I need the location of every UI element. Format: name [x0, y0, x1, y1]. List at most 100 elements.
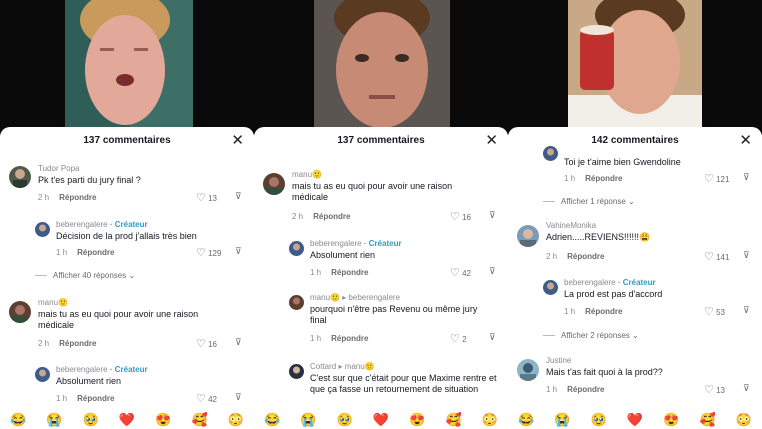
dislike-icon[interactable]: ⊽: [235, 191, 242, 202]
reply-button[interactable]: Répondre: [313, 212, 350, 221]
avatar[interactable]: [543, 146, 558, 161]
emoji-button[interactable]: 😍: [409, 412, 425, 428]
avatar[interactable]: [289, 241, 304, 256]
comment-username[interactable]: beberengalere · Créateur: [310, 239, 402, 248]
like-button[interactable]: ♡ 42: [196, 392, 217, 405]
avatar[interactable]: [289, 295, 304, 310]
comment-username[interactable]: beberengalere · Créateur: [564, 278, 656, 287]
close-icon[interactable]: ✕: [485, 133, 498, 148]
reply-button[interactable]: Répondre: [567, 252, 604, 261]
comment-username[interactable]: manu🙂: [292, 170, 322, 179]
emoji-reaction-bar: 😂 😭 🥹 ❤️ 😍 🥰 😳: [0, 411, 254, 429]
emoji-button[interactable]: 😂: [264, 412, 280, 428]
reply-button[interactable]: Répondre: [567, 385, 604, 394]
avatar[interactable]: [517, 225, 539, 247]
like-button[interactable]: ♡ 42: [450, 266, 471, 279]
reply-button[interactable]: Répondre: [331, 268, 368, 277]
like-button[interactable]: ♡ 13: [704, 383, 725, 396]
video-thumbnail[interactable]: [254, 0, 508, 135]
dislike-icon[interactable]: ⊽: [743, 250, 750, 261]
avatar[interactable]: [9, 301, 31, 323]
emoji-button[interactable]: 🥹: [337, 412, 353, 428]
reply-button[interactable]: Répondre: [59, 339, 96, 348]
like-button[interactable]: ♡ 141: [704, 250, 729, 263]
avatar[interactable]: [289, 364, 304, 379]
dislike-icon[interactable]: ⊽: [235, 337, 242, 348]
dislike-icon[interactable]: ⊽: [489, 210, 496, 221]
heart-icon: ♡: [196, 338, 206, 350]
like-count: 2: [462, 335, 467, 344]
show-replies-link[interactable]: Afficher 40 réponses ⌄: [35, 271, 135, 280]
emoji-button[interactable]: 😭: [554, 412, 570, 428]
show-replies-link[interactable]: Afficher 2 réponses ⌄: [543, 331, 639, 340]
emoji-button[interactable]: 🥹: [83, 412, 99, 428]
avatar[interactable]: [9, 166, 31, 188]
like-button[interactable]: ♡ 16: [450, 210, 471, 223]
avatar[interactable]: [35, 367, 50, 382]
comment-username[interactable]: Tudor Popa: [38, 164, 80, 173]
emoji-button[interactable]: 😂: [10, 412, 26, 428]
emoji-button[interactable]: 😂: [518, 412, 534, 428]
heart-icon: ♡: [704, 251, 714, 263]
comment-time: 1 h: [56, 248, 68, 257]
comment-username[interactable]: VahineMonika: [546, 221, 596, 230]
like-button[interactable]: ♡ 121: [704, 172, 729, 185]
close-icon[interactable]: ✕: [231, 133, 244, 148]
dislike-icon[interactable]: ⊽: [235, 392, 242, 403]
comment-meta: 1 h Répondre: [564, 174, 622, 183]
like-button[interactable]: ♡ 16: [196, 337, 217, 350]
emoji-button[interactable]: 😳: [736, 412, 752, 428]
dislike-icon[interactable]: ⊽: [743, 172, 750, 183]
comment-username[interactable]: manu🙂 ▸ beberengalere: [310, 293, 400, 302]
avatar[interactable]: [517, 359, 539, 381]
dislike-icon[interactable]: ⊽: [743, 305, 750, 316]
reply-button[interactable]: Répondre: [585, 307, 622, 316]
emoji-button[interactable]: 😭: [300, 412, 316, 428]
reply-button[interactable]: Répondre: [77, 248, 114, 257]
like-button[interactable]: ♡ 129: [196, 246, 221, 259]
emoji-button[interactable]: 😭: [46, 412, 62, 428]
emoji-button[interactable]: 🥹: [591, 412, 607, 428]
like-button[interactable]: ♡ 53: [704, 305, 725, 318]
emoji-button[interactable]: ❤️: [119, 412, 135, 428]
comment-username[interactable]: Justine: [546, 356, 571, 365]
dislike-icon[interactable]: ⊽: [489, 266, 496, 277]
like-button[interactable]: ♡ 13: [196, 191, 217, 204]
reply-button[interactable]: Répondre: [77, 394, 114, 403]
emoji-button[interactable]: 🥰: [699, 412, 715, 428]
dislike-icon[interactable]: ⊽: [489, 332, 496, 343]
emoji-button[interactable]: 😳: [482, 412, 498, 428]
video-thumbnail[interactable]: [508, 0, 762, 135]
reply-button[interactable]: Répondre: [59, 193, 96, 202]
comment-username[interactable]: manu🙂: [38, 298, 68, 307]
close-icon[interactable]: ✕: [739, 133, 752, 148]
dislike-icon[interactable]: ⊽: [743, 383, 750, 394]
like-count: 16: [208, 340, 218, 349]
comment-text: C'est sur que c'était pour que Maxime re…: [310, 373, 497, 394]
comment-time: 1 h: [564, 174, 576, 183]
reply-button[interactable]: Répondre: [331, 334, 368, 343]
comments-count: 137 commentaires: [83, 135, 171, 146]
comment-username[interactable]: beberengalere · Créateur: [56, 220, 148, 229]
comment-meta: 1 h Répondre: [56, 248, 114, 257]
emoji-button[interactable]: ❤️: [627, 412, 643, 428]
reply-button[interactable]: Répondre: [585, 174, 622, 183]
video-thumbnail[interactable]: [0, 0, 254, 135]
emoji-button[interactable]: 🥰: [191, 412, 207, 428]
avatar[interactable]: [543, 280, 558, 295]
emoji-button[interactable]: 😍: [663, 412, 679, 428]
comment-username[interactable]: beberengalere · Créateur: [56, 365, 148, 374]
comments-sheet: 137 commentaires ✕ manu🙂 mais tu as eu q…: [254, 127, 508, 429]
like-button[interactable]: ♡ 2: [450, 332, 467, 345]
emoji-button[interactable]: 😳: [228, 412, 244, 428]
avatar[interactable]: [35, 222, 50, 237]
like-count: 121: [716, 175, 730, 184]
creator-badge: · Créateur: [109, 365, 148, 374]
comment-username[interactable]: Cottard ▸ manu🙂: [310, 362, 375, 371]
emoji-button[interactable]: ❤️: [373, 412, 389, 428]
emoji-button[interactable]: 🥰: [445, 412, 461, 428]
dislike-icon[interactable]: ⊽: [235, 246, 242, 257]
avatar[interactable]: [263, 173, 285, 195]
emoji-button[interactable]: 😍: [155, 412, 171, 428]
show-replies-link[interactable]: Afficher 1 réponse ⌄: [543, 197, 635, 206]
